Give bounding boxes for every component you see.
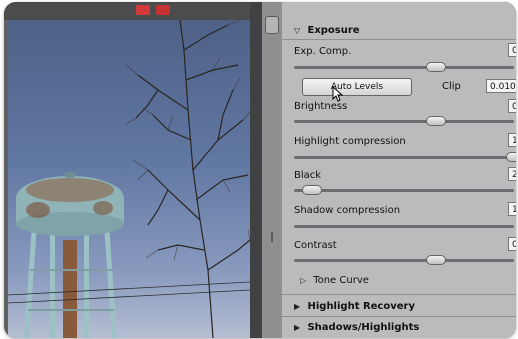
triangle-right-icon: ▶	[294, 302, 301, 311]
black-value[interactable]: 20	[508, 167, 516, 181]
tone-curve-toggle[interactable]: ▷ Tone Curve	[300, 275, 369, 286]
contrast-slider[interactable]	[294, 255, 514, 265]
exp-comp-label: Exp. Comp.	[294, 46, 352, 57]
exposure-header[interactable]: ▽ Exposure	[294, 25, 360, 36]
slider-knob[interactable]	[506, 152, 516, 162]
triangle-right-icon: ▷	[300, 276, 307, 285]
highlight-recovery-header[interactable]: ▶ Highlight Recovery	[294, 301, 415, 312]
app-window: ▽ Exposure Exp. Comp. 0. Auto Levels Cli…	[4, 2, 516, 338]
scrollbar-tick	[271, 232, 273, 242]
exp-comp-value[interactable]: 0.	[508, 43, 516, 57]
scrollbar-thumb[interactable]	[265, 16, 279, 34]
slider-track	[294, 259, 514, 262]
triangle-down-icon: ▽	[294, 26, 301, 35]
shadow-compression-slider[interactable]	[294, 223, 514, 229]
divider-line	[282, 316, 516, 317]
black-label: Black	[294, 170, 322, 181]
divider-line	[282, 39, 516, 40]
clip-label: Clip	[442, 81, 461, 92]
shadows-highlights-header[interactable]: ▶ Shadows/Highlights	[294, 322, 419, 333]
tree-icon	[135, 20, 250, 338]
tone-curve-label: Tone Curve	[313, 275, 369, 286]
slider-knob[interactable]	[302, 185, 322, 195]
slider-knob[interactable]	[426, 62, 446, 72]
brightness-label: Brightness	[294, 101, 348, 112]
image-preview[interactable]	[8, 20, 250, 338]
shadow-compression-label: Shadow compression	[294, 205, 401, 216]
red-button-a[interactable]	[136, 5, 150, 15]
vertical-scrollbar[interactable]	[262, 2, 282, 338]
contrast-label: Contrast	[294, 240, 337, 251]
highlight-recovery-title: Highlight Recovery	[307, 301, 415, 312]
highlight-compression-value[interactable]: 10	[508, 133, 516, 147]
photo-canvas	[8, 20, 250, 338]
shadows-highlights-title: Shadows/Highlights	[307, 322, 420, 333]
shadow-compression-value[interactable]: 10	[508, 202, 516, 216]
slider-track	[294, 66, 514, 69]
brightness-slider[interactable]	[294, 116, 514, 126]
slider-knob[interactable]	[426, 116, 446, 126]
slider-track	[294, 225, 514, 228]
water-tower-icon	[16, 172, 124, 338]
highlight-compression-slider[interactable]	[294, 152, 516, 162]
slider-track	[294, 156, 514, 159]
clip-value[interactable]: 0.0100	[486, 79, 516, 93]
red-button-b[interactable]	[156, 5, 170, 15]
slider-knob[interactable]	[426, 255, 446, 265]
slider-track	[294, 189, 514, 192]
auto-levels-button[interactable]: Auto Levels	[302, 78, 412, 96]
brightness-value[interactable]: 0.	[508, 99, 516, 113]
slider-track	[294, 120, 514, 123]
triangle-right-icon: ▶	[294, 323, 301, 332]
mouse-pointer-icon	[332, 86, 344, 102]
adjustments-panel: ▽ Exposure Exp. Comp. 0. Auto Levels Cli…	[282, 2, 516, 338]
black-slider[interactable]	[294, 185, 514, 195]
exp-comp-slider[interactable]	[294, 62, 514, 72]
exposure-title: Exposure	[307, 25, 360, 36]
divider-line	[282, 294, 516, 295]
pane-divider[interactable]	[250, 2, 262, 338]
highlight-compression-label: Highlight compression	[294, 136, 406, 147]
contrast-value[interactable]: 0.	[508, 237, 516, 251]
